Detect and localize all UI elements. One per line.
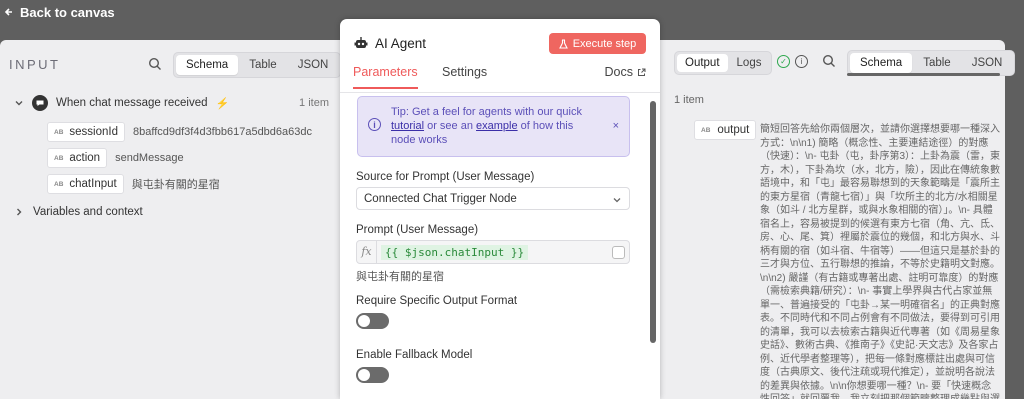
- info-icon[interactable]: i: [795, 55, 808, 68]
- field-row-chatinput: AB chatInput 與屯卦有關的星宿: [47, 174, 220, 194]
- prompt-source-label: Source for Prompt (User Message): [356, 171, 535, 183]
- field-name: sessionId: [69, 126, 118, 138]
- output-tab-schema[interactable]: Schema: [850, 53, 913, 73]
- flask-icon: [558, 38, 568, 49]
- tip-middle: or see an: [427, 120, 473, 132]
- robot-icon: [354, 37, 368, 48]
- tab-settings[interactable]: Settings: [442, 65, 487, 87]
- external-link-icon: [638, 68, 646, 76]
- input-tab-table[interactable]: Table: [239, 55, 287, 75]
- prompt-source-select[interactable]: Connected Chat Trigger Node: [356, 187, 630, 210]
- string-type-icon: AB: [54, 128, 64, 136]
- input-tab-schema[interactable]: Schema: [176, 55, 239, 75]
- require-output-format-label: Require Specific Output Format: [356, 295, 518, 307]
- bolt-icon: ⚡: [215, 97, 230, 110]
- node-parameters-panel: AI Agent Execute step Parameters Setting…: [340, 19, 660, 399]
- chevron-right-icon: [17, 208, 22, 216]
- field-name: action: [69, 152, 101, 164]
- check-circle-icon: ✓: [777, 55, 790, 68]
- enable-fallback-label: Enable Fallback Model: [356, 349, 473, 361]
- search-icon[interactable]: [822, 54, 836, 68]
- trigger-node-row[interactable]: When chat message received ⚡ 1 item: [14, 95, 329, 111]
- info-icon: i: [368, 118, 381, 131]
- docs-link[interactable]: Docs: [605, 65, 646, 79]
- prompt-label: Prompt (User Message): [356, 224, 479, 236]
- tab-logs[interactable]: Logs: [729, 54, 770, 72]
- output-panel: Output Logs ✓ i Schema Table JSON 1 item…: [660, 40, 1016, 399]
- vertical-scrollbar[interactable]: [650, 101, 656, 343]
- tab-output[interactable]: Output: [677, 54, 728, 72]
- field-value: sendMessage: [115, 152, 184, 164]
- chat-icon: [32, 95, 48, 111]
- field-tag[interactable]: AB chatInput: [47, 174, 124, 194]
- input-tab-json[interactable]: JSON: [288, 55, 339, 75]
- horizontal-scrollbar[interactable]: [847, 73, 1000, 76]
- field-row-sessionid: AB sessionId 8baffcd9df3f4d3fbb617a5dbd6a…: [47, 122, 312, 142]
- field-value: 8baffcd9df3f4d3fbb617a5dbd6a63dc: [132, 126, 313, 138]
- prompt-expression-value: {{ $json.chatInput }}: [381, 244, 529, 260]
- input-view-tabs: Schema Table JSON: [173, 52, 342, 78]
- chevron-down-icon[interactable]: [14, 98, 24, 108]
- require-output-format-toggle[interactable]: [356, 313, 389, 329]
- variables-label: Variables and context: [33, 206, 143, 218]
- string-type-icon: AB: [701, 126, 711, 134]
- variables-and-context-row[interactable]: Variables and context: [14, 206, 143, 218]
- string-type-icon: AB: [54, 180, 64, 188]
- chevron-down-icon: [613, 198, 621, 203]
- enable-fallback-toggle[interactable]: [356, 367, 389, 383]
- output-mode-tabs: Output Logs: [674, 51, 773, 75]
- output-field-name: output: [717, 124, 750, 136]
- prompt-expression-input[interactable]: fx {{ $json.chatInput }}: [356, 240, 630, 264]
- execute-step-label: Execute step: [572, 37, 637, 50]
- field-name: chatInput: [69, 178, 117, 190]
- output-field-tag[interactable]: AB output: [694, 120, 757, 140]
- back-to-canvas-button[interactable]: Back to canvas: [4, 5, 115, 20]
- tip-prefix: Tip: Get a feel for agents with our quic…: [391, 106, 582, 118]
- field-tag[interactable]: AB sessionId: [47, 122, 125, 142]
- node-tabs: Parameters Settings Docs: [340, 65, 660, 93]
- expand-icon[interactable]: [612, 246, 625, 259]
- field-tag[interactable]: AB action: [47, 148, 108, 168]
- docs-label: Docs: [604, 65, 633, 79]
- output-tab-json[interactable]: JSON: [962, 53, 1013, 73]
- output-item-count: 1 item: [674, 94, 704, 106]
- tip-callout: i Tip: Get a feel for agents with our qu…: [357, 96, 630, 157]
- tutorial-link[interactable]: tutorial: [391, 120, 424, 132]
- tab-parameters[interactable]: Parameters: [353, 65, 418, 89]
- input-panel: INPUT Schema Table JSON When chat messag…: [0, 40, 345, 399]
- close-icon[interactable]: ×: [613, 119, 619, 133]
- back-arrow-icon: [4, 8, 12, 16]
- prompt-source-value: Connected Chat Trigger Node: [364, 192, 517, 205]
- input-title: INPUT: [9, 56, 61, 72]
- prompt-expression-result: 與屯卦有關的星宿: [356, 271, 444, 283]
- back-to-canvas-label: Back to canvas: [20, 4, 115, 20]
- trigger-node-label: When chat message received: [56, 97, 208, 109]
- field-value: 與屯卦有關的星宿: [131, 179, 220, 191]
- node-title: AI Agent: [375, 36, 427, 51]
- execute-step-button[interactable]: Execute step: [549, 33, 646, 54]
- example-link[interactable]: example: [476, 120, 518, 132]
- output-value-text: 簡短回答先給你兩個層次，並請你選擇想要哪一種深入方式：\n\n1) 簡略（概念性…: [760, 124, 1000, 399]
- search-icon[interactable]: [148, 57, 162, 71]
- expression-fx-icon: fx: [357, 241, 377, 263]
- field-row-action: AB action sendMessage: [47, 148, 184, 168]
- output-tab-table[interactable]: Table: [913, 53, 961, 73]
- trigger-item-count: 1 item: [299, 97, 329, 109]
- string-type-icon: AB: [54, 154, 64, 162]
